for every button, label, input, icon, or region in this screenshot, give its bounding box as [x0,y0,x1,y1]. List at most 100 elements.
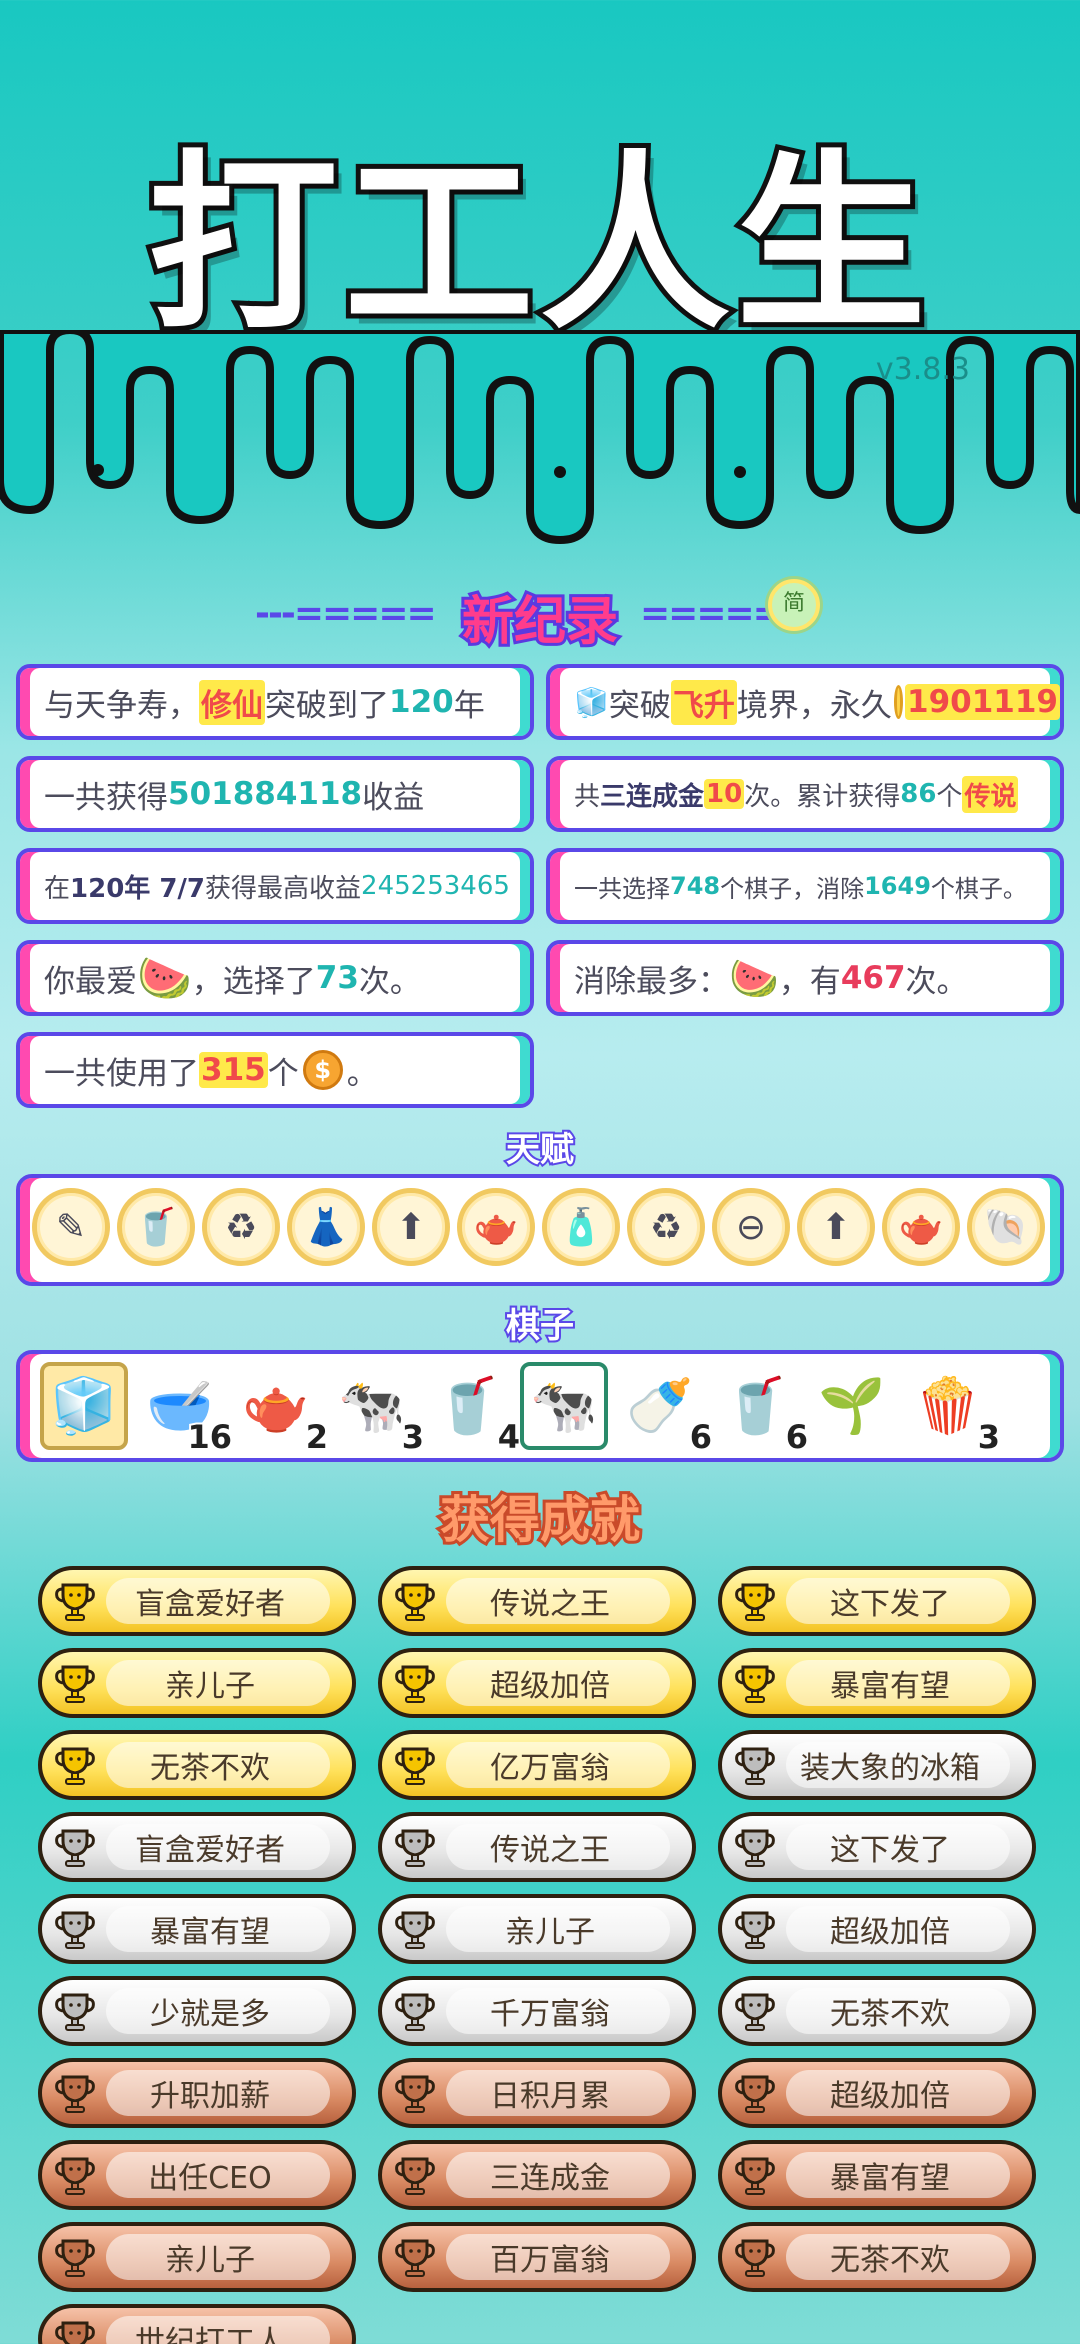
trophy-icon [392,2070,438,2116]
milk-tea-icon[interactable]: 🥤 [117,1188,195,1266]
achievement-label: 暴富有望 [830,2161,950,2196]
achievement-badge[interactable]: 盲盒爱好者 [38,1812,356,1882]
trophy-icon [732,1578,778,1624]
achievement-badge[interactable]: 这下发了 [718,1812,1036,1882]
shell-icon[interactable]: 🐚 [967,1188,1045,1266]
piece-count: 2 [304,1416,330,1458]
stat-number: 315 [199,1052,268,1088]
piece-glyph: 🐄 [338,1374,406,1437]
heart-coin-icon [893,685,903,719]
cup-icon[interactable]: 🥤 4 [424,1362,522,1458]
achievement-badge[interactable]: 超级加倍 [718,1894,1036,1964]
achievement-badge[interactable]: 暴富有望 [718,2140,1036,2210]
achievement-badge[interactable]: 升职加薪 [38,2058,356,2128]
trophy-icon [392,1824,438,1870]
bowl-upgrade-icon[interactable]: ⬆ [797,1188,875,1266]
milk-bottle-icon[interactable]: 🍼 6 [616,1362,714,1458]
stat-text: ，有 [778,963,841,1000]
small-cup-icon[interactable]: 🥤 6 [712,1362,810,1458]
achievement-badge[interactable]: 三连成金 [378,2140,696,2210]
stat-number: 120 [389,684,454,720]
minus-icon[interactable]: ⊖ [712,1188,790,1266]
trophy-icon [52,2152,98,2198]
stat-text: 获得最高收益 [205,873,362,904]
stat-number: 501884118 [168,776,363,812]
bowl-icon[interactable]: 🥣 16 [136,1362,234,1458]
achievement-label: 超级加倍 [830,2079,950,2114]
achievement-label: 三连成金 [490,2161,610,2196]
piece-count: 16 [185,1416,233,1458]
popcorn-bowl-icon[interactable]: 🍿 3 [904,1362,1002,1458]
trophy-icon [52,2070,98,2116]
achievement-label: 亿万富翁 [490,1751,610,1786]
pen-icon[interactable]: ✎ [32,1188,110,1266]
achievement-badge[interactable]: 传说之王 [378,1812,696,1882]
recycle-icon[interactable]: ♻ [627,1188,705,1266]
achievement-badge[interactable]: 无茶不欢 [718,1976,1036,2046]
achievement-badge[interactable]: 亿万富翁 [378,1730,696,1800]
achievement-badge[interactable]: 超级加倍 [378,1648,696,1718]
spray-bottle-icon[interactable]: 🧴 [542,1188,620,1266]
stat-card-coins: 一共使用了 315 个 $。 [16,1032,534,1108]
achievement-badge[interactable]: 千万富翁 [378,1976,696,2046]
title-area: 打工人生 [0,90,1080,365]
achievement-badge[interactable]: 日积月累 [378,2058,696,2128]
milk-carton-icon[interactable]: 🐄 [520,1362,608,1450]
stat-text: 突破到了 [265,687,389,724]
piece-glyph: 🐄 [530,1374,598,1437]
trophy-icon [392,1660,438,1706]
trophy-icon [52,2316,98,2344]
teapot-icon[interactable]: 🫖 2 [232,1362,330,1458]
stat-card-favorite: 你最爱 🍉 ，选择了 73 次。 [16,940,534,1016]
achievement-badge[interactable]: 传说之王 [378,1566,696,1636]
achievement-label: 无茶不欢 [150,1751,270,1786]
achievement-badge[interactable]: 亲儿子 [38,1648,356,1718]
sprout-icon[interactable]: 🌱 [808,1362,896,1450]
achievement-badge[interactable]: 世纪打工人 [38,2304,356,2344]
trophy-icon [52,1824,98,1870]
pitcher-icon[interactable]: 🫖 [457,1188,535,1266]
achievement-label: 传说之王 [490,1587,610,1622]
achievement-badge[interactable]: 无茶不欢 [38,1730,356,1800]
pitcher-icon[interactable]: 🫖 [882,1188,960,1266]
achievement-badge[interactable]: 装大象的冰箱 [718,1730,1036,1800]
fridge-icon[interactable]: 🧊 [40,1362,128,1450]
bowl-upgrade-icon[interactable]: ⬆ [372,1188,450,1266]
piece-glyph: 🌱 [818,1374,886,1437]
achievement-badge[interactable]: 超级加倍 [718,2058,1036,2128]
achievement-badge[interactable]: 这下发了 [718,1566,1036,1636]
achievement-label: 装大象的冰箱 [800,1751,980,1786]
watermelon-slice-icon: 🍉 [729,955,779,1002]
trophy-icon [52,1742,98,1788]
achievement-badge[interactable]: 暴富有望 [718,1648,1036,1718]
achievement-badge[interactable]: 亲儿子 [38,2222,356,2292]
stat-text: 年 [453,687,485,724]
stat-card-best-income: 在 120年 7/7 获得最高收益 245253465 [16,848,534,924]
achievement-label: 亲儿子 [505,1915,595,1950]
stat-card-most-eliminated: 消除最多： 🍉 ，有 467 次。 [546,940,1064,1016]
stat-text: 与天争寿， [44,687,199,724]
talents-row: ✎ 🥤 ♻ 👗 ⬆ 🫖 🧴 ♻ ⊖ ⬆ 🫖 🐚 [16,1174,1064,1286]
achievement-badge[interactable]: 无茶不欢 [718,2222,1036,2292]
achievement-label: 无茶不欢 [830,1997,950,2032]
trophy-icon [52,1906,98,1952]
recycle-icon[interactable]: ♻ [202,1188,280,1266]
language-toggle-button[interactable]: 简 [768,579,820,631]
achievement-badge[interactable]: 暴富有望 [38,1894,356,1964]
piece-count: 3 [976,1416,1002,1458]
achievement-badge[interactable]: 盲盒爱好者 [38,1566,356,1636]
achievement-badge[interactable]: 少就是多 [38,1976,356,2046]
achievement-badge[interactable]: 出任CEO [38,2140,356,2210]
achievement-label: 无茶不欢 [830,2243,950,2278]
milk-carton-icon[interactable]: 🐄 3 [328,1362,426,1458]
piece-count: 3 [400,1416,426,1458]
achievement-label: 这下发了 [830,1587,950,1622]
trophy-icon [732,2234,778,2280]
skirt-icon[interactable]: 👗 [287,1188,365,1266]
achievement-badge[interactable]: 亲儿子 [378,1894,696,1964]
record-header: ---===== 新纪录 ===== 简 [0,575,1080,655]
piece-glyph: 🥤 [434,1374,502,1437]
achievement-label: 盲盒爱好者 [135,1587,285,1622]
achievement-badge[interactable]: 百万富翁 [378,2222,696,2292]
stat-text: 一共选择 [574,874,670,903]
